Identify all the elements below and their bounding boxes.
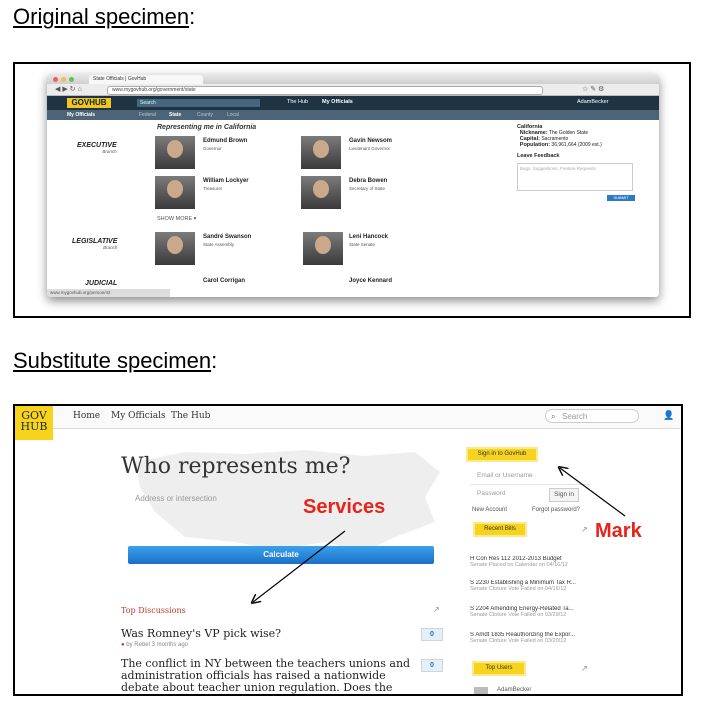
- official-photo[interactable]: [155, 176, 195, 209]
- official-name[interactable]: Sandré Swanson: [203, 234, 251, 240]
- browser-tools-icon[interactable]: ☆ ✎ ⚙: [582, 85, 604, 93]
- official-photo[interactable]: [303, 232, 343, 265]
- official-name[interactable]: Leni Hancock: [349, 234, 388, 240]
- official-role: Treasurer: [203, 186, 223, 191]
- address-bar[interactable]: www.mygovhub.org/government/state: [107, 86, 543, 95]
- tab-federal[interactable]: Federal: [139, 112, 156, 118]
- tab-my-officials[interactable]: My Officials: [67, 112, 95, 118]
- official-name[interactable]: Gavin Newsom: [349, 138, 392, 144]
- feedback-textarea[interactable]: Bugs, Suggestions, Feature Requests: [517, 163, 633, 191]
- nav-my-officials[interactable]: My Officials: [322, 99, 353, 105]
- branch-judicial: JUDICIAL: [85, 280, 118, 287]
- user-menu[interactable]: AdamBecker: [577, 99, 609, 105]
- official-name[interactable]: William Lockyer: [203, 178, 249, 184]
- services-arrow: [253, 530, 346, 602]
- official-photo[interactable]: [155, 136, 195, 169]
- official-name[interactable]: Edmund Brown: [203, 138, 247, 144]
- back-forward-icon[interactable]: ◀ ▶ ↻ ⌂: [55, 85, 82, 93]
- branch-legislative: LEGISLATIVE Branch: [72, 238, 118, 250]
- original-specimen-heading: Original specimen:: [13, 4, 196, 29]
- official-name[interactable]: Carol Corrigan: [203, 278, 245, 284]
- official-name[interactable]: Joyce Kennard: [349, 278, 392, 284]
- minimize-window-icon[interactable]: [61, 77, 66, 82]
- govhub-logo[interactable]: GOVHUB: [67, 98, 111, 108]
- tab-local[interactable]: Local: [227, 112, 239, 118]
- browser-window: State Officials | GovHub ◀ ▶ ↻ ⌂ www.myg…: [47, 74, 659, 297]
- original-specimen-frame: State Officials | GovHub ◀ ▶ ↻ ⌂ www.myg…: [13, 62, 691, 318]
- official-role: Governor: [203, 146, 222, 151]
- browser-titlebar: State Officials | GovHub: [47, 74, 659, 84]
- official-photo[interactable]: [155, 232, 195, 265]
- tab-state[interactable]: State: [169, 112, 181, 118]
- official-role: State Assembly: [203, 242, 235, 247]
- tab-county[interactable]: County: [197, 112, 213, 118]
- mark-arrow: [560, 468, 626, 517]
- close-window-icon[interactable]: [53, 77, 58, 82]
- official-role: State Senate: [349, 242, 376, 247]
- state-info-sidebar: California Nickname: The Golden State Ca…: [517, 124, 647, 201]
- browser-toolbar: ◀ ▶ ↻ ⌂ www.mygovhub.org/government/stat…: [47, 84, 659, 96]
- section-title: Representing me in California: [157, 124, 257, 131]
- official-role: Secretary of State: [349, 186, 386, 191]
- show-more-link[interactable]: SHOW MORE ▾: [157, 216, 196, 222]
- officials-body: Representing me in California EXECUTIVE B…: [47, 120, 659, 297]
- status-bar-url: www.mygovhub.org/person/42: [47, 289, 170, 297]
- substitute-specimen-heading: Substitute specimen:: [13, 348, 218, 373]
- annotation-arrows: [15, 406, 626, 694]
- nav-the-hub[interactable]: The Hub: [287, 99, 308, 105]
- official-photo[interactable]: [301, 136, 341, 169]
- maximize-window-icon[interactable]: [69, 77, 74, 82]
- submit-button[interactable]: SUBMIT: [607, 195, 635, 201]
- substitute-specimen-frame: Home My Officials The Hub ⌕ Search 👤 GOV H…: [13, 404, 683, 696]
- browser-tab[interactable]: State Officials | GovHub: [89, 75, 203, 84]
- branch-executive: EXECUTIVE Branch: [77, 142, 117, 154]
- official-role: Lieutenant Governor: [349, 146, 391, 151]
- search-input[interactable]: Search: [137, 99, 260, 107]
- official-photo[interactable]: [301, 176, 341, 209]
- official-name[interactable]: Debra Bowen: [349, 178, 387, 184]
- site-header: GOVHUB Search The Hub My Officials AdamB…: [47, 96, 659, 110]
